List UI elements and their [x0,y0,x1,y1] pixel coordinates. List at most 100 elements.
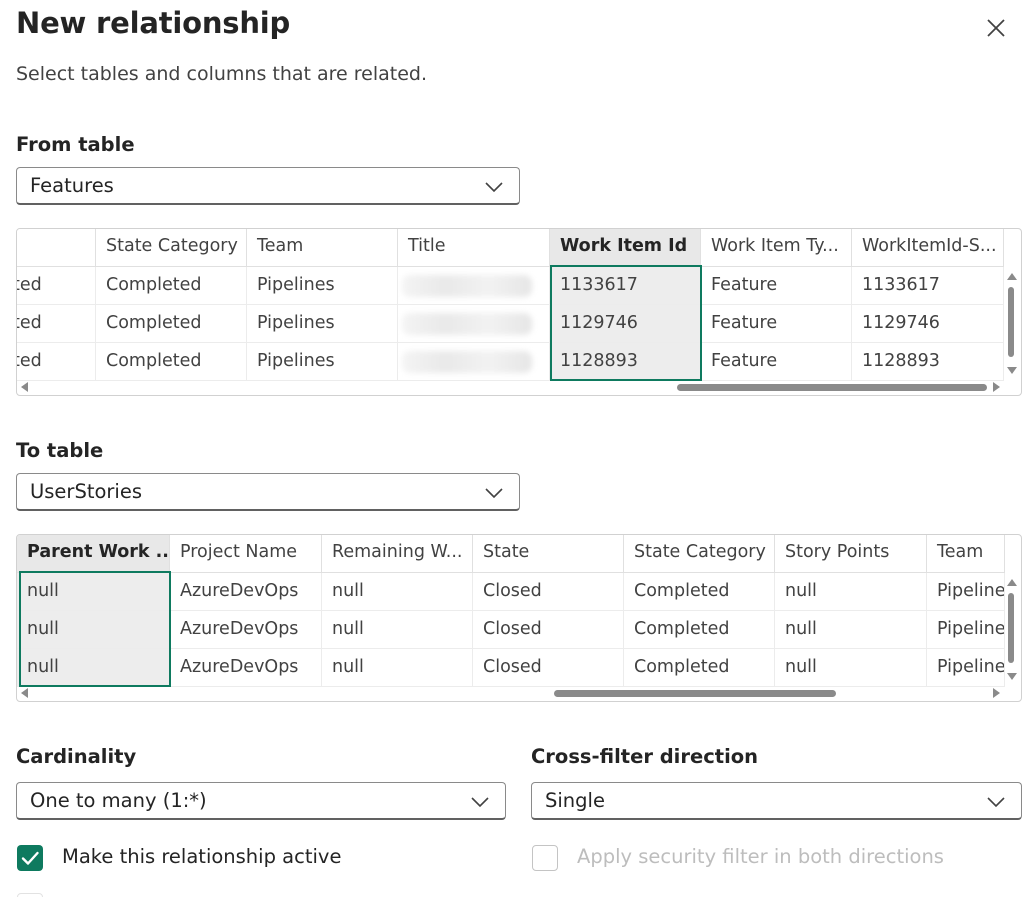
cardinality-value: One to many (1:*) [30,789,207,812]
column-header[interactable]: State Category [96,229,247,267]
table-cell[interactable]: ted [17,267,96,305]
table-cell[interactable]: AzureDevOps [170,649,322,687]
from-table-preview-grid[interactable]: State Category Team Title Work Item Id W… [16,228,1022,396]
table-cell[interactable]: Completed [624,611,775,649]
table-cell[interactable]: null [17,573,170,611]
scroll-down-arrow[interactable] [1007,673,1017,680]
partial-checkbox[interactable] [17,893,43,897]
table-cell[interactable]: 1133617 [852,267,1004,305]
table-cell[interactable]: null [322,573,473,611]
column-header[interactable]: Work Item Ty... [701,229,852,267]
vertical-scrollbar[interactable] [1003,589,1017,669]
table-cell[interactable]: Closed [473,611,624,649]
vertical-scroll-thumb[interactable] [1008,593,1014,663]
table-cell[interactable]: Closed [473,573,624,611]
table-cell[interactable]: 1133617 [550,267,701,305]
redacted-text [402,351,532,373]
table-cell[interactable]: 1128893 [852,343,1004,381]
scroll-up-arrow[interactable] [1007,273,1017,280]
scroll-right-arrow[interactable] [993,688,1000,698]
cross-filter-label: Cross-filter direction [531,745,759,768]
chevron-down-icon [471,797,489,808]
table-cell[interactable]: Completed [96,267,247,305]
to-table-label: To table [16,439,104,462]
table-cell[interactable]: null [322,649,473,687]
close-icon[interactable] [982,14,1010,42]
table-cell[interactable]: Pipelines [247,305,398,343]
table-cell[interactable]: Feature [701,343,852,381]
column-header[interactable]: Remaining W... [322,535,473,573]
table-cell[interactable]: Closed [473,649,624,687]
table-cell-redacted[interactable] [398,267,550,305]
cardinality-dropdown[interactable]: One to many (1:*) [16,782,506,820]
column-header[interactable]: Team [927,535,1005,573]
table-cell[interactable]: ted [17,343,96,381]
security-filter-checkbox [532,845,558,871]
redacted-text [402,275,532,297]
checkmark-icon [21,851,39,865]
table-cell[interactable]: Feature [701,267,852,305]
vertical-scroll-thumb[interactable] [1008,287,1014,357]
scroll-down-arrow[interactable] [1007,367,1017,374]
make-active-label: Make this relationship active [62,845,342,868]
security-filter-label: Apply security filter in both directions [577,845,944,868]
table-cell[interactable]: null [17,611,170,649]
table-cell[interactable]: Completed [624,649,775,687]
table-cell[interactable]: Pipelines [927,611,1005,649]
column-header-selected[interactable]: Work Item Id [550,229,701,267]
column-header[interactable]: WorkItemId-S... [852,229,1004,267]
dialog-title: New relationship [16,6,291,40]
from-table-label: From table [16,133,135,156]
dialog-subtitle: Select tables and columns that are relat… [16,63,428,85]
table-cell[interactable]: Pipelines [927,649,1005,687]
table-cell[interactable]: 1129746 [852,305,1004,343]
scroll-left-arrow[interactable] [21,688,28,698]
table-cell[interactable]: Completed [96,343,247,381]
table-cell[interactable]: null [322,611,473,649]
column-header[interactable]: Story Points [775,535,927,573]
chevron-down-icon [987,797,1005,808]
horizontal-scroll-thumb[interactable] [677,384,987,391]
cardinality-label: Cardinality [16,745,137,768]
column-header[interactable]: State [473,535,624,573]
table-cell-redacted[interactable] [398,305,550,343]
table-cell[interactable]: 1128893 [550,343,701,381]
column-header[interactable]: Team [247,229,398,267]
table-cell[interactable]: ted [17,305,96,343]
redacted-text [402,313,532,335]
table-cell[interactable]: AzureDevOps [170,573,322,611]
column-header-selected[interactable]: Parent Work ... [17,535,170,573]
table-cell[interactable]: Completed [96,305,247,343]
column-header[interactable]: State Category [624,535,775,573]
to-table-value: UserStories [30,480,142,503]
table-cell[interactable]: AzureDevOps [170,611,322,649]
table-cell[interactable]: Completed [624,573,775,611]
table-cell[interactable]: Pipelines [927,573,1005,611]
column-header[interactable]: Project Name [170,535,322,573]
to-table-dropdown[interactable]: UserStories [16,473,520,511]
scroll-up-arrow[interactable] [1007,579,1017,586]
vertical-scrollbar[interactable] [1003,283,1017,363]
table-cell[interactable]: Feature [701,305,852,343]
from-table-dropdown[interactable]: Features [16,167,520,205]
table-cell-redacted[interactable] [398,343,550,381]
table-cell[interactable]: null [775,573,927,611]
scroll-right-arrow[interactable] [993,382,1000,392]
column-header[interactable] [17,229,96,267]
horizontal-scroll-thumb[interactable] [554,690,836,697]
cross-filter-dropdown[interactable]: Single [531,782,1022,820]
chevron-down-icon [485,182,503,193]
table-cell[interactable]: null [775,649,927,687]
table-cell[interactable]: null [17,649,170,687]
make-active-checkbox[interactable] [17,845,43,871]
cross-filter-value: Single [545,789,605,812]
chevron-down-icon [485,488,503,499]
table-cell[interactable]: Pipelines [247,267,398,305]
table-cell[interactable]: Pipelines [247,343,398,381]
table-cell[interactable]: null [775,611,927,649]
from-table-value: Features [30,174,114,197]
table-cell[interactable]: 1129746 [550,305,701,343]
to-table-preview-grid[interactable]: Parent Work ... Project Name Remaining W… [16,534,1022,702]
column-header[interactable]: Title [398,229,550,267]
scroll-left-arrow[interactable] [21,382,28,392]
